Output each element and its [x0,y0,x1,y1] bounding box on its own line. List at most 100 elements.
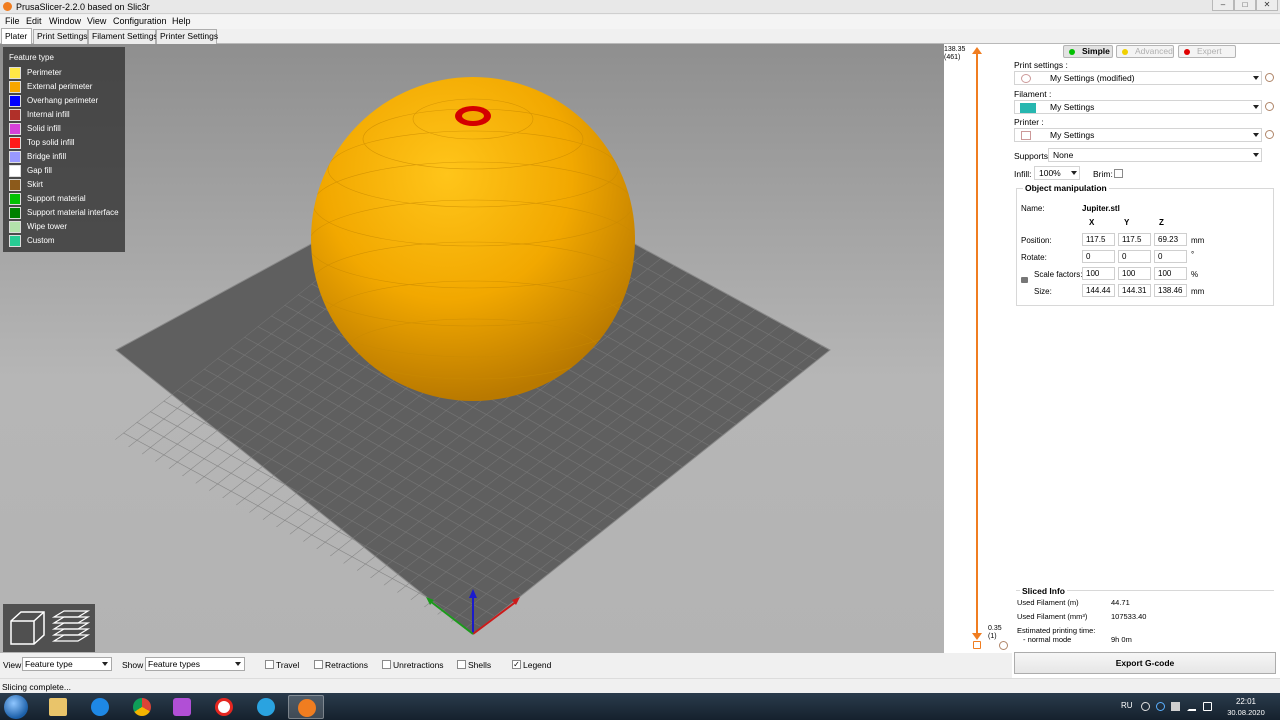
infill-combo[interactable]: 100% [1034,166,1080,180]
lock-scale-icon[interactable] [1021,277,1028,283]
legend-label: Wipe tower [27,222,68,231]
mode-expert-button[interactable]: Expert [1178,45,1236,58]
layer-slider-bottom-thumb[interactable] [972,633,982,640]
ie-icon [91,698,109,716]
unretractions-label: Unretractions [393,660,444,670]
legend-swatch [9,235,21,247]
tab-filament-settings[interactable]: Filament Settings [88,29,158,44]
menu-file[interactable]: File [4,16,21,26]
shells-checkbox[interactable] [457,660,466,669]
layers-view-icon[interactable] [50,607,92,649]
close-button[interactable]: ✕ [1256,0,1278,11]
yandex-icon [215,698,233,716]
travel-label: Travel [276,660,300,670]
brim-checkbox[interactable] [1114,169,1123,178]
tab-print-settings[interactable]: Print Settings [33,29,88,44]
position-z-input[interactable]: 69.23 [1154,233,1187,246]
3d-preview-canvas[interactable]: Feature type Perimeter External perimeter… [0,44,944,653]
layer-slider-rail[interactable] [976,52,978,636]
jupiter-model[interactable] [308,77,638,401]
mode-advanced-label: Advanced [1135,46,1173,56]
print-settings-gear-icon[interactable] [1265,73,1274,82]
layer-slider-top-thumb[interactable] [972,47,982,54]
3d-view-icon[interactable] [6,607,48,649]
menu-view[interactable]: View [86,16,107,26]
slider-top-value: 138.35 (461) [944,46,965,62]
rotate-x-input[interactable]: 0 [1082,250,1115,263]
menu-help[interactable]: Help [171,16,192,26]
menu-window[interactable]: Window [48,16,82,26]
position-x-input[interactable]: 117.5 [1082,233,1115,246]
unretractions-checkbox[interactable] [382,660,391,669]
scale-x-input[interactable]: 100 [1082,267,1115,280]
chrome-taskbar-button[interactable] [124,695,160,719]
feature-type-legend: Feature type Perimeter External perimeter… [3,47,125,252]
view-mode-toolbar [3,604,95,652]
print-settings-combo[interactable]: My Settings (modified) [1014,71,1262,85]
menu-configuration[interactable]: Configuration [112,16,168,26]
position-y-input[interactable]: 117.5 [1118,233,1151,246]
rotate-y-input[interactable]: 0 [1118,250,1151,263]
bottom-layer-number: (1) [988,633,997,640]
network-tray-icon[interactable] [1156,702,1165,711]
telegram-taskbar-button[interactable] [248,695,284,719]
legend-label: Perimeter [27,68,62,77]
volume-tray-icon[interactable] [1203,702,1212,711]
rotate-label: Rotate: [1021,253,1047,262]
ie-taskbar-button[interactable] [82,695,118,719]
travel-checkbox[interactable] [265,660,274,669]
explorer-taskbar-button[interactable] [40,695,76,719]
chevron-down-icon [235,662,241,666]
scale-z-input[interactable]: 100 [1154,267,1187,280]
flag-tray-icon[interactable] [1171,702,1180,711]
mode-simple-button[interactable]: Simple [1063,45,1113,58]
clock-time[interactable]: 22:01 [1226,697,1266,706]
supports-value: None [1053,150,1074,160]
legend-label: Top solid infill [27,138,75,147]
rotate-z-input[interactable]: 0 [1154,250,1187,263]
scale-y-input[interactable]: 100 [1118,267,1151,280]
tab-plater[interactable]: Plater [1,28,32,44]
tab-printer-settings[interactable]: Printer Settings [156,29,218,44]
help-tray-icon[interactable] [1141,702,1150,711]
expert-mode-dot [1184,49,1190,55]
prusaslicer-taskbar-button[interactable] [288,695,324,719]
view-type-combo[interactable]: Feature type [22,657,112,671]
legend-checkbox[interactable]: ✓ [512,660,521,669]
legend-label: Support material [27,194,86,203]
axis-x-label: X [1089,218,1095,227]
export-gcode-button[interactable]: Export G-code [1014,652,1276,674]
yandex-taskbar-button[interactable] [206,695,242,719]
size-z-input[interactable]: 138.46 [1154,284,1187,297]
filament-color-swatch [1020,103,1036,113]
mode-expert-label: Expert [1197,46,1222,56]
retractions-checkbox[interactable] [314,660,323,669]
mode-advanced-button[interactable]: Advanced [1116,45,1174,58]
filament-combo[interactable]: My Settings [1014,100,1262,114]
menu-edit[interactable]: Edit [25,16,43,26]
size-y-input[interactable]: 144.31 [1118,284,1151,297]
language-indicator[interactable]: RU [1121,701,1133,710]
cog-icon[interactable] [999,641,1008,650]
clock-date[interactable]: 30.08.2020 [1226,708,1266,717]
app-taskbar-button[interactable] [164,695,200,719]
legend-swatch [9,81,21,93]
filament-gear-icon[interactable] [1265,102,1274,111]
lock-icon[interactable] [973,641,981,649]
preview-scene [114,77,831,635]
top-layer-number: (461) [944,54,961,61]
size-x-input[interactable]: 144.44 [1082,284,1115,297]
object-manipulation-title: Object manipulation [1023,183,1109,193]
maximize-button[interactable]: □ [1234,0,1256,11]
filament-value: My Settings [1050,102,1095,112]
signal-tray-icon[interactable] [1187,702,1196,711]
legend-label: Support material interface [27,208,119,217]
show-combo[interactable]: Feature types [145,657,245,671]
supports-combo[interactable]: None [1048,148,1262,162]
printer-gear-icon[interactable] [1265,130,1274,139]
start-button[interactable] [4,695,28,719]
shells-label: Shells [468,660,492,670]
status-bar: Slicing complete... [0,678,1280,693]
minimize-button[interactable]: – [1212,0,1234,11]
printer-combo[interactable]: My Settings [1014,128,1262,142]
